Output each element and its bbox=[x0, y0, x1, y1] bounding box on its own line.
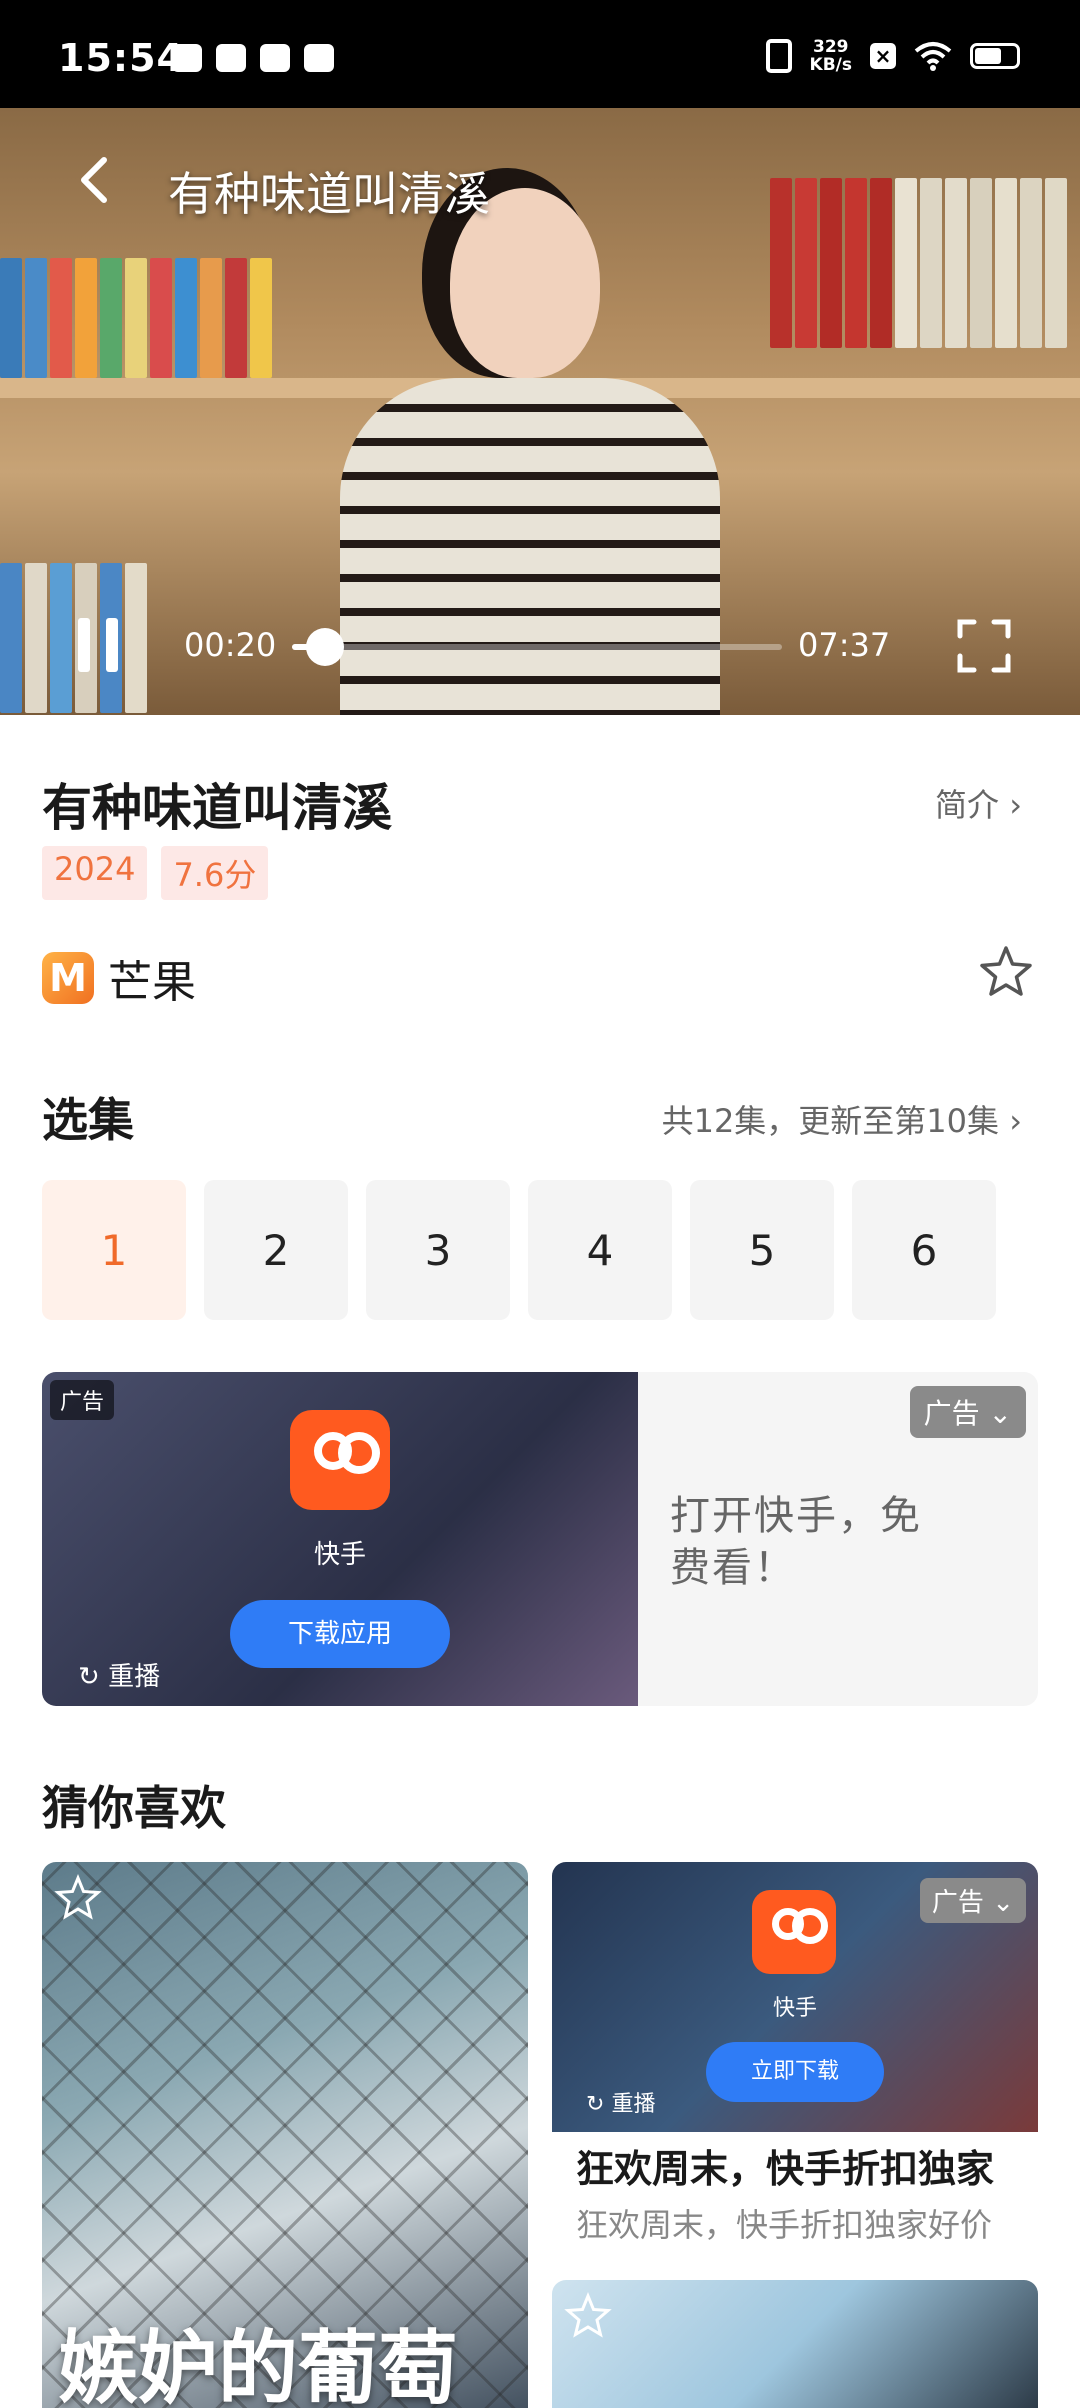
ad-tag-label: 广告 bbox=[923, 1397, 980, 1430]
progress-thumb[interactable] bbox=[306, 628, 344, 666]
video-controls: 00:20 07:37 bbox=[0, 598, 1080, 698]
app-notification-icon bbox=[260, 44, 290, 72]
video-title: 有种味道叫清溪 bbox=[168, 167, 490, 221]
network-speed: 329 KB/s bbox=[810, 38, 852, 74]
ad-badge-small[interactable]: 广告 bbox=[50, 1380, 115, 1420]
network-speed-value: 329 bbox=[813, 37, 849, 57]
chevron-right-icon: › bbox=[1009, 1102, 1022, 1140]
ad-text: 打开快手，免费看！ bbox=[670, 1493, 922, 1591]
episode-item[interactable]: 1 bbox=[42, 1180, 186, 1320]
year-tag: 2024 bbox=[42, 846, 148, 900]
replay-icon: ↻ bbox=[586, 2092, 612, 2117]
notification-icons bbox=[172, 44, 334, 72]
kuaishou-logo-icon bbox=[290, 1410, 390, 1510]
ad-card-app-name: 快手 bbox=[772, 1996, 817, 2021]
recommend-ad-card[interactable]: 快手 立即下载 ↻ 重播 广告 ⌄ 狂欢周末，快手折扣独家 狂欢周末，快手折扣独… bbox=[552, 1862, 1038, 2252]
status-time: 15:54 bbox=[58, 36, 184, 80]
video-player[interactable]: 有种味道叫清溪 00:20 07:37 bbox=[0, 108, 1080, 715]
episode-list: 1 2 3 4 5 6 bbox=[42, 1180, 996, 1320]
rating-tag: 7.6分 bbox=[161, 846, 269, 900]
download-app-button[interactable]: 下载应用 bbox=[230, 1600, 450, 1668]
episode-item[interactable]: 6 bbox=[852, 1180, 996, 1320]
download-now-button[interactable]: 立即下载 bbox=[706, 2042, 884, 2102]
message-icon bbox=[216, 44, 246, 72]
progress-track[interactable] bbox=[292, 644, 782, 650]
status-right-icons: 329 KB/s × bbox=[765, 38, 1020, 74]
episodes-summary-link[interactable]: 共12集，更新至第10集 › bbox=[662, 1096, 1022, 1142]
ad-tag[interactable]: 广告 ⌄ bbox=[919, 1878, 1026, 1923]
ad-card-title: 狂欢周末，快手折扣独家 bbox=[576, 2147, 995, 2191]
ad-video[interactable]: 广告 快手 下载应用 ↻ 重播 bbox=[42, 1372, 638, 1706]
episodes-summary: 共12集，更新至第10集 bbox=[661, 1102, 1000, 1140]
source-platform[interactable]: M 芒果 bbox=[42, 946, 196, 1010]
star-favorite-icon[interactable] bbox=[978, 944, 1034, 1000]
replay-button[interactable]: ↻ 重播 bbox=[78, 1656, 160, 1693]
replay-label: 重播 bbox=[108, 1662, 161, 1692]
ad-card-subtitle: 狂欢周末，快手折扣独家好价 bbox=[576, 2206, 993, 2244]
recommend-heading: 猜你喜欢 bbox=[42, 1781, 226, 1835]
no-sim-icon: × bbox=[870, 43, 896, 69]
replay-button[interactable]: ↻ 重播 bbox=[586, 2086, 655, 2118]
star-icon bbox=[54, 1874, 102, 1920]
replay-icon: ↻ bbox=[78, 1662, 109, 1692]
replay-label: 重播 bbox=[611, 2092, 656, 2117]
episode-item[interactable]: 4 bbox=[528, 1180, 672, 1320]
card-poster-title: 嫉妒的葡萄 bbox=[58, 2322, 458, 2408]
network-speed-unit: KB/s bbox=[809, 55, 852, 75]
kuaishou-logo-icon bbox=[752, 1890, 836, 1974]
video-books bbox=[0, 258, 272, 378]
chevron-down-icon: ⌄ bbox=[988, 1397, 1012, 1430]
ad-app-name: 快手 bbox=[313, 1540, 366, 1570]
ad-tag-label: 广告 bbox=[931, 1888, 984, 1918]
video-books-right bbox=[770, 178, 1067, 348]
pause-icon[interactable] bbox=[76, 618, 120, 672]
episodes-heading: 选集 bbox=[42, 1093, 134, 1147]
episode-item[interactable]: 3 bbox=[366, 1180, 510, 1320]
chevron-down-icon: ⌄ bbox=[992, 1888, 1014, 1918]
ad-card-image[interactable]: 快手 立即下载 ↻ 重播 广告 ⌄ bbox=[552, 1862, 1038, 2132]
recommend-card[interactable]: 嫉妒的葡萄 bbox=[42, 1862, 528, 2408]
star-icon bbox=[564, 2292, 612, 2338]
chevron-right-icon: › bbox=[1009, 786, 1022, 824]
episode-item[interactable]: 5 bbox=[690, 1180, 834, 1320]
recommend-card[interactable] bbox=[552, 2280, 1038, 2408]
notification-icon bbox=[172, 44, 202, 72]
intro-label: 简介 bbox=[935, 786, 1000, 824]
vibrate-icon bbox=[765, 39, 792, 73]
ad-banner[interactable]: 广告 快手 下载应用 ↻ 重播 打开快手，免费看！ 广告 ⌄ bbox=[42, 1372, 1038, 1706]
tag-list: 2024 7.6分 bbox=[42, 846, 269, 900]
battery-icon bbox=[970, 43, 1020, 69]
source-name: 芒果 bbox=[108, 957, 196, 1008]
total-time: 07:37 bbox=[798, 626, 891, 664]
mango-logo-icon: M bbox=[42, 952, 94, 1004]
status-bar: 15:54 329 KB/s × bbox=[0, 0, 1080, 108]
wifi-icon bbox=[914, 42, 952, 71]
fullscreen-icon[interactable] bbox=[956, 618, 1012, 674]
current-time: 00:20 bbox=[184, 626, 277, 664]
show-title: 有种味道叫清溪 bbox=[42, 779, 392, 837]
ad-tag[interactable]: 广告 ⌄ bbox=[909, 1386, 1026, 1438]
intro-link[interactable]: 简介 › bbox=[935, 780, 1022, 826]
episode-item[interactable]: 2 bbox=[204, 1180, 348, 1320]
cat-app-icon bbox=[304, 44, 334, 72]
back-arrow-icon[interactable] bbox=[72, 156, 120, 204]
